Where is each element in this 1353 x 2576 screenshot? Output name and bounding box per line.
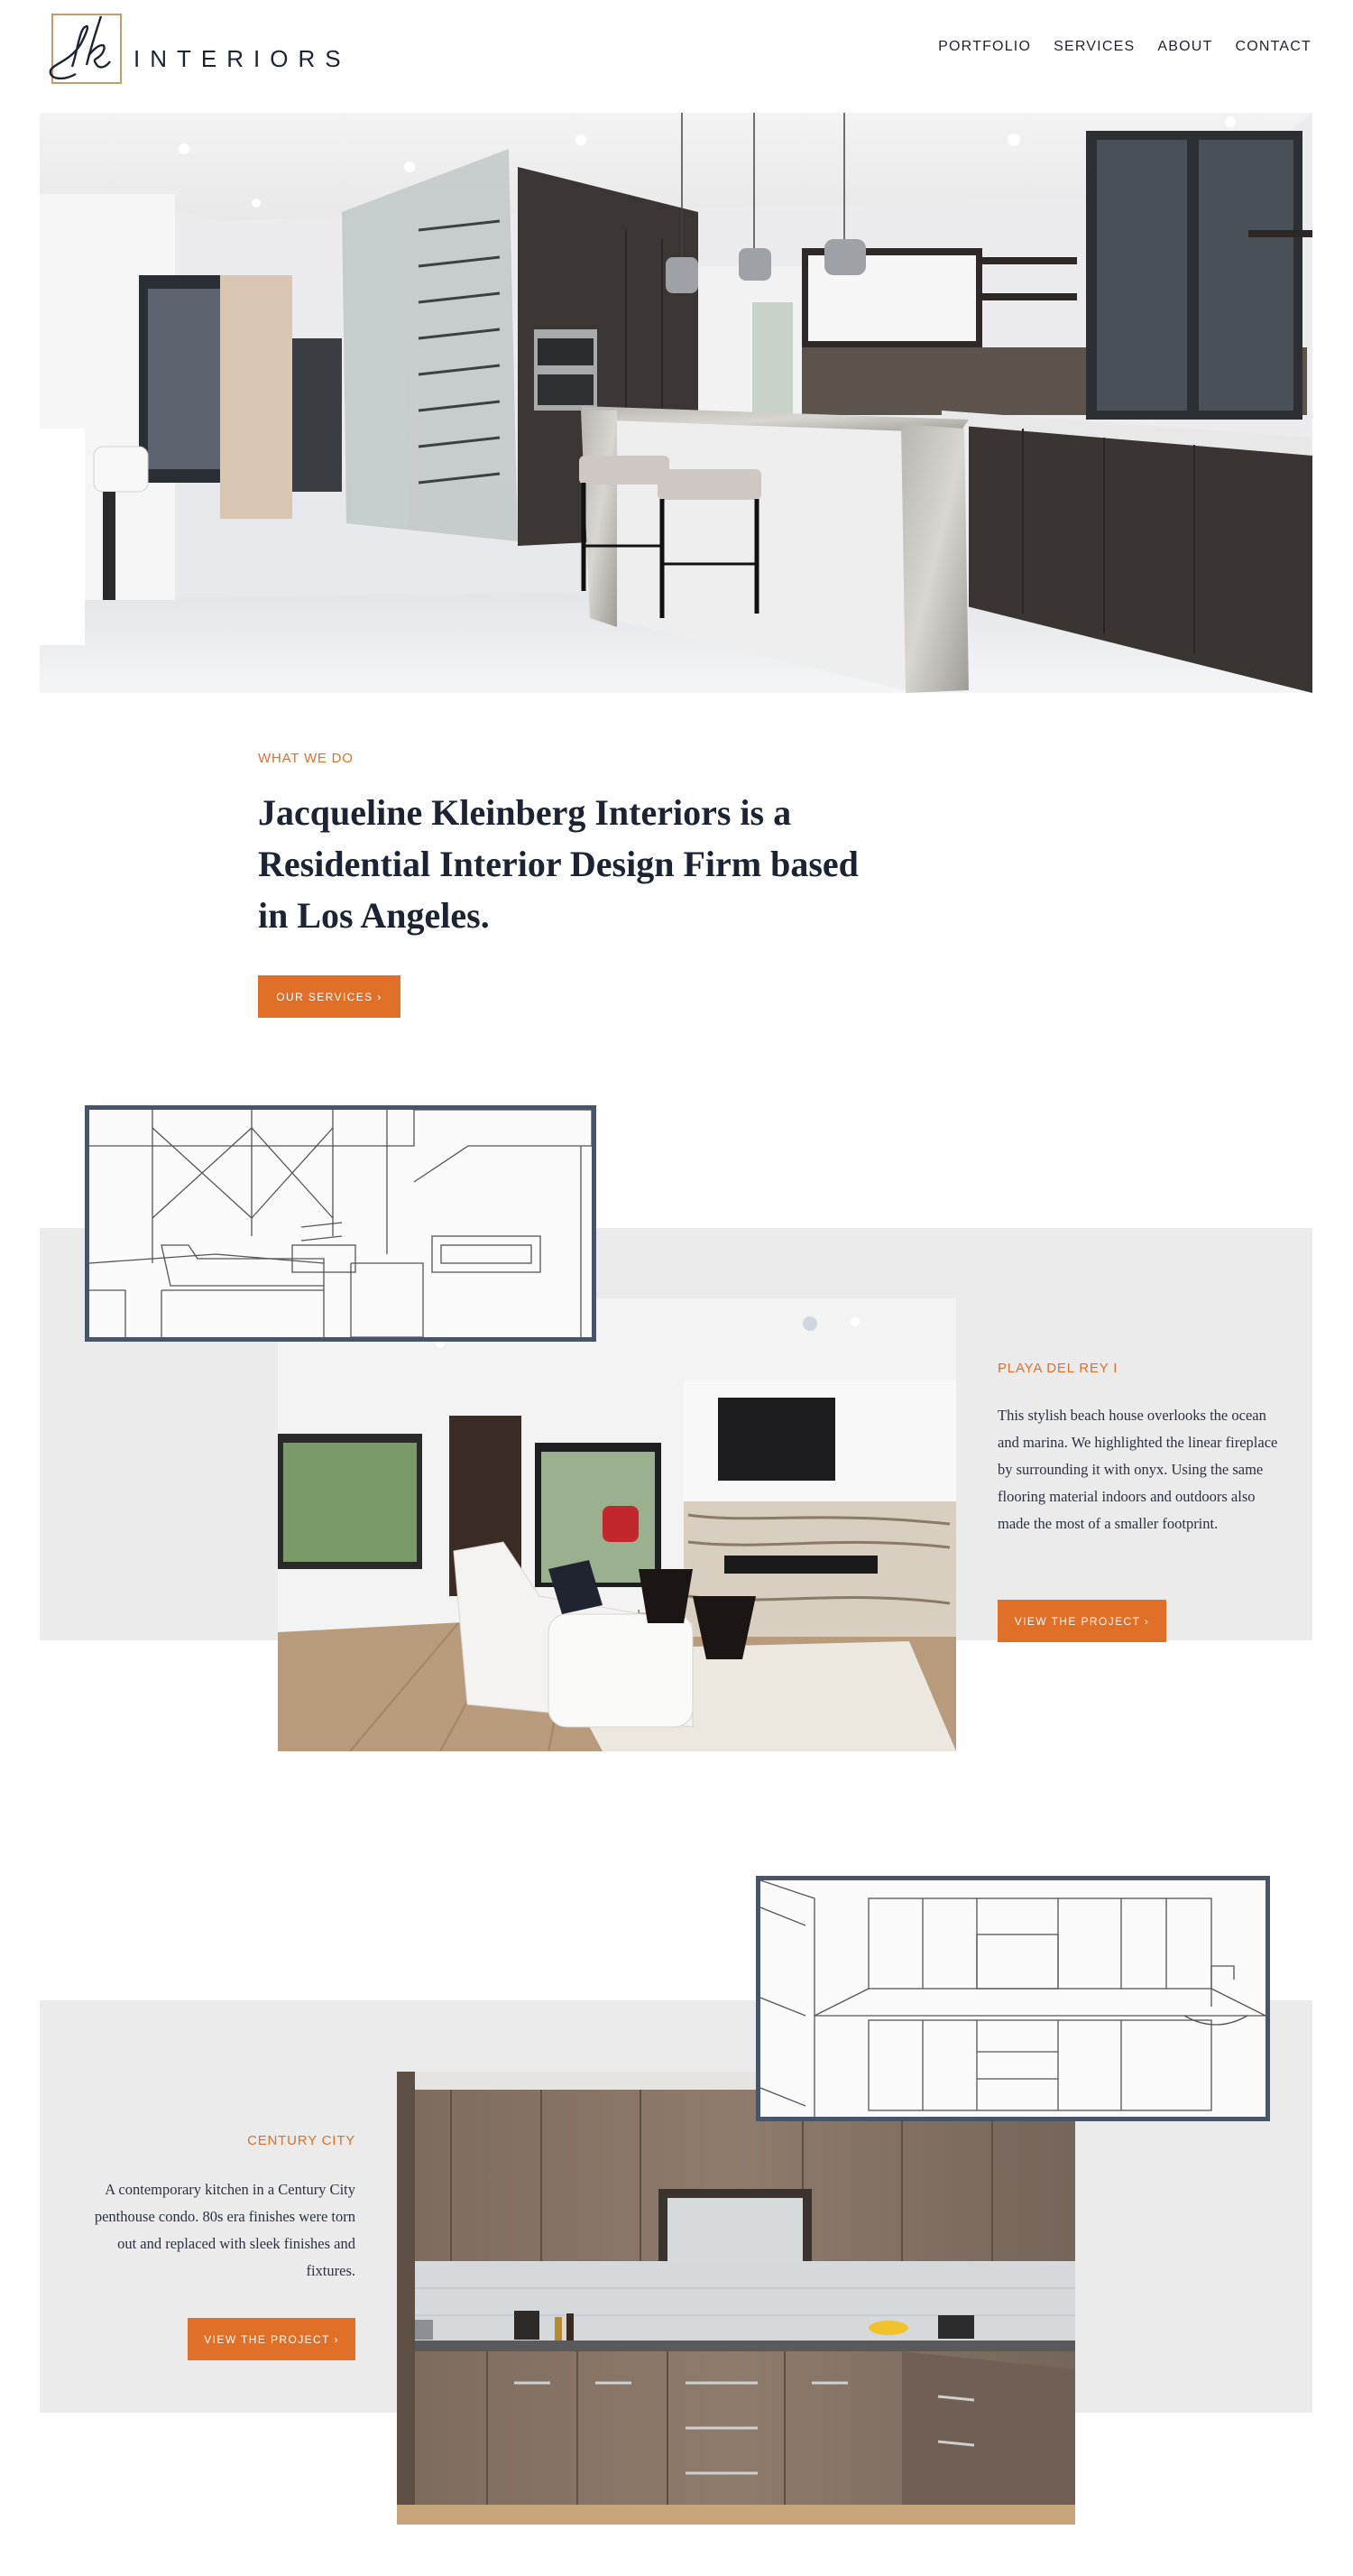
what-we-do-eyebrow: WHAT WE DO (258, 751, 354, 766)
our-services-button[interactable]: OUR SERVICES › (258, 975, 400, 1018)
playa-del-rey-sketch (85, 1105, 596, 1342)
view-project-century-city-button[interactable]: VIEW THE PROJECT › (188, 2318, 355, 2360)
century-city-description: A contemporary kitchen in a Century City… (94, 2181, 355, 2279)
nav-portfolio[interactable]: PORTFOLIO (938, 39, 1031, 55)
nav-services[interactable]: SERVICES (1054, 39, 1135, 55)
playa-del-rey-description: This stylish beach house overlooks the o… (998, 1407, 1278, 1532)
century-city-kitchen-photo[interactable] (397, 2072, 1075, 2525)
hero-kitchen-image (40, 113, 1312, 693)
playa-del-rey-eyebrow: PLAYA DEL REY I (998, 1361, 1118, 1376)
logo-wordmark: INTERIORS (133, 45, 351, 72)
nav-about[interactable]: ABOUT (1157, 39, 1212, 55)
playa-del-rey-living-room-photo[interactable] (278, 1298, 956, 1751)
main-nav: PORTFOLIO SERVICES ABOUT CONTACT (938, 39, 1312, 55)
logo-mark (49, 14, 122, 84)
logo[interactable]: INTERIORS (45, 11, 341, 88)
century-city-sketch (756, 1876, 1270, 2121)
century-city-eyebrow: CENTURY CITY (247, 2133, 355, 2148)
view-project-playa-del-rey-button[interactable]: VIEW THE PROJECT › (998, 1600, 1166, 1642)
intro-headline: Jacqueline Kleinberg Interiors is a Resi… (258, 792, 859, 936)
nav-contact[interactable]: CONTACT (1235, 39, 1312, 55)
